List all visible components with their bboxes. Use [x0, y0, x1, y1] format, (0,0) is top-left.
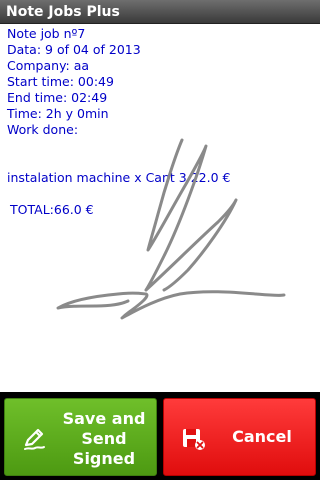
save-send-signed-button[interactable]: Save and Send Signed	[4, 398, 157, 476]
signature-drawing	[56, 138, 286, 320]
floppy-delete-icon	[183, 429, 205, 450]
signature-stroke-main	[144, 138, 238, 292]
app-title: Note Jobs Plus	[6, 4, 120, 20]
signature-canvas-area[interactable]: Note job nº7 Data: 9 of 04 of 2013 Compa…	[0, 24, 320, 392]
action-bar: Save and Send Signed Cancel	[0, 392, 320, 480]
title-bar: Note Jobs Plus	[0, 0, 320, 24]
cancel-button[interactable]: Cancel	[163, 398, 316, 476]
cancel-button-label: Cancel	[232, 427, 292, 446]
pen-signature-icon	[24, 428, 45, 450]
signature-stroke-flourish	[56, 290, 286, 320]
save-button-label: Save and Send Signed	[62, 409, 146, 468]
